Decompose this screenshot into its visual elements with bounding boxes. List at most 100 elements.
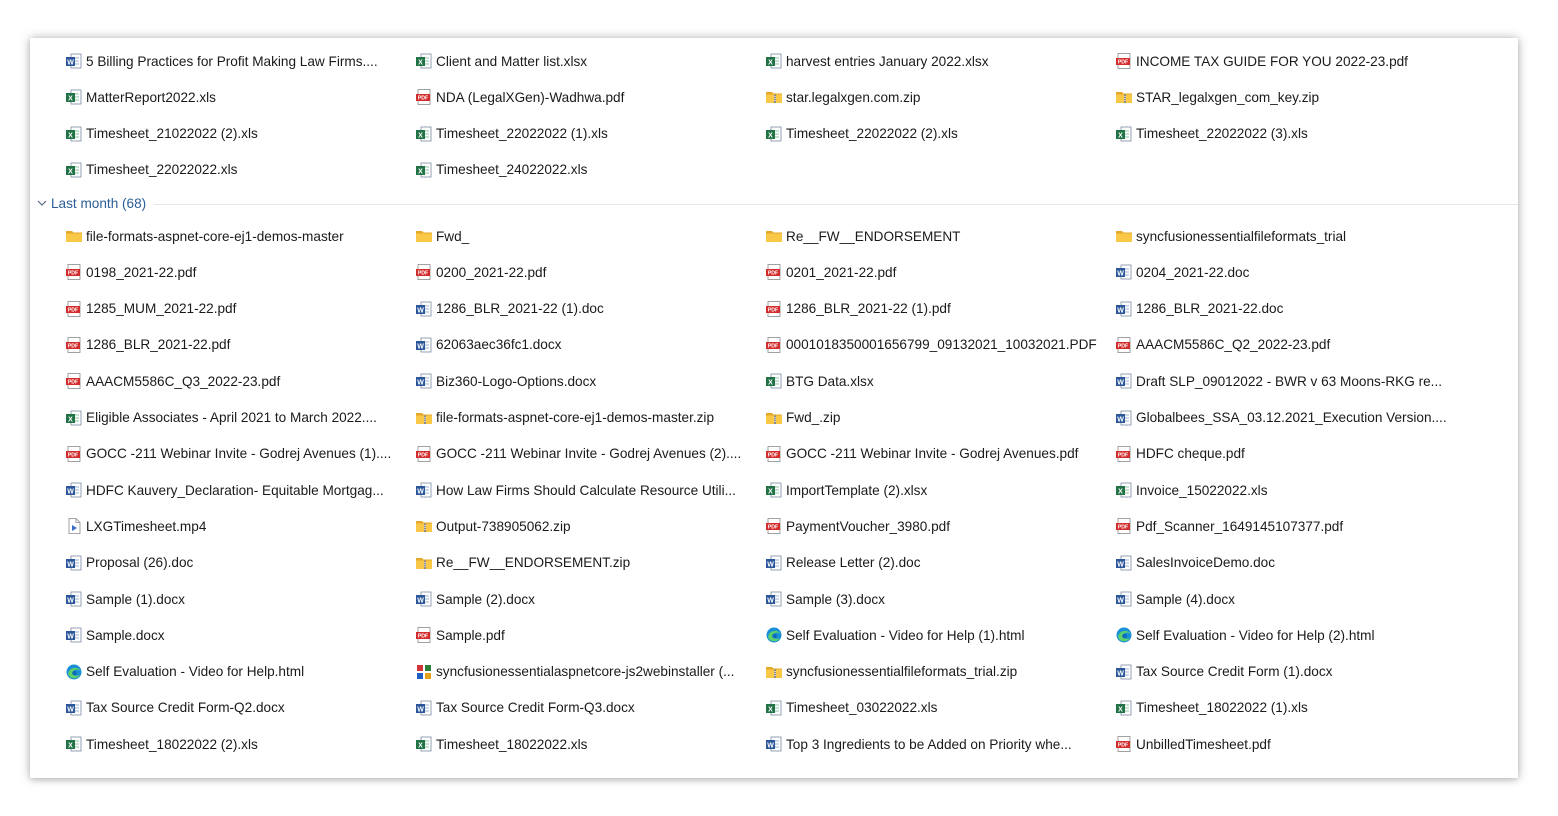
file-item[interactable]: W Tax Source Credit Form-Q3.docx bbox=[415, 694, 735, 722]
word-docx-icon: W bbox=[66, 591, 82, 607]
file-name-label: 1286_BLR_2021-22.pdf bbox=[86, 337, 231, 353]
file-item[interactable]: PDF 1286_BLR_2021-22.pdf bbox=[65, 331, 385, 359]
file-item[interactable]: STAR_legalxgen_com_key.zip bbox=[1115, 83, 1435, 111]
file-item[interactable]: X Timesheet_03022022.xls bbox=[765, 694, 1085, 722]
svg-text:X: X bbox=[68, 742, 73, 749]
file-item[interactable]: Re__FW__ENDORSEMENT bbox=[765, 222, 1085, 250]
file-item[interactable]: W 62063aec36fc1.docx bbox=[415, 331, 735, 359]
file-item[interactable]: X Client and Matter list.xlsx bbox=[415, 47, 735, 75]
file-item[interactable]: PDF 0201_2021-22.pdf bbox=[765, 258, 1085, 286]
file-item[interactable]: W Top 3 Ingredients to be Added on Priori… bbox=[765, 730, 1085, 758]
file-item[interactable]: PDF GOCC -211 Webinar Invite - Godrej Ave… bbox=[765, 440, 1085, 468]
excel-xls-icon: X bbox=[416, 162, 432, 178]
file-item[interactable]: PDF AAACM5586C_Q2_2022-23.pdf bbox=[1115, 331, 1435, 359]
file-name-label: 0200_2021-22.pdf bbox=[436, 264, 547, 280]
file-item[interactable]: Self Evaluation - Video for Help (2).htm… bbox=[1115, 621, 1435, 649]
file-item[interactable]: W How Law Firms Should Calculate Resource… bbox=[415, 476, 736, 504]
group-header-last-month[interactable]: Last month (68) bbox=[30, 192, 1518, 214]
file-item[interactable]: PDF 0200_2021-22.pdf bbox=[415, 258, 735, 286]
file-item[interactable]: Re__FW__ENDORSEMENT.zip bbox=[415, 549, 735, 577]
file-item[interactable]: file-formats-aspnet-core-ej1-demos-maste… bbox=[65, 222, 385, 250]
file-item[interactable]: PDF 0001018350001656799_09132021_10032021… bbox=[765, 331, 1097, 359]
file-item[interactable]: W Globalbees_SSA_03.12.2021_Execution Ver… bbox=[1115, 404, 1447, 432]
file-row: X Timesheet_21022022 (2).xls X Timesheet_22… bbox=[30, 116, 1518, 152]
file-item[interactable]: X Timesheet_22022022 (2).xls bbox=[765, 120, 1085, 148]
file-item[interactable]: W 5 Billing Practices for Profit Making L… bbox=[65, 47, 385, 75]
file-item[interactable]: X Timesheet_18022022 (1).xls bbox=[1115, 694, 1435, 722]
file-row: W Sample.docx PDF Sample.pdf Self Evaluation… bbox=[30, 617, 1518, 653]
file-name-label: PaymentVoucher_3980.pdf bbox=[786, 518, 951, 534]
file-name-label: NDA (LegalXGen)-Wadhwa.pdf bbox=[436, 89, 625, 105]
file-item[interactable]: PDF Pdf_Scanner_1649145107377.pdf bbox=[1115, 512, 1435, 540]
file-item[interactable]: W Release Letter (2).doc bbox=[765, 549, 1085, 577]
file-item[interactable]: W Proposal (26).doc bbox=[65, 549, 385, 577]
file-item[interactable]: W Sample (3).docx bbox=[765, 585, 1085, 613]
file-item[interactable]: W 1286_BLR_2021-22 (1).doc bbox=[415, 295, 735, 323]
file-item[interactable]: PDF Sample.pdf bbox=[415, 621, 735, 649]
file-item[interactable]: syncfusionessentialaspnetcore-js2webinst… bbox=[415, 658, 735, 686]
file-item[interactable]: W HDFC Kauvery_Declaration- Equitable Mor… bbox=[65, 476, 385, 504]
file-item[interactable]: X Timesheet_22022022 (3).xls bbox=[1115, 120, 1435, 148]
file-item[interactable]: X Timesheet_18022022 (2).xls bbox=[65, 730, 385, 758]
file-item[interactable]: W Draft SLP_09012022 - BWR v 63 Moons-RKG… bbox=[1115, 367, 1442, 395]
file-item[interactable]: PDF 1286_BLR_2021-22 (1).pdf bbox=[765, 295, 1085, 323]
file-item[interactable]: PDF PaymentVoucher_3980.pdf bbox=[765, 512, 1085, 540]
svg-text:X: X bbox=[768, 132, 773, 139]
file-item[interactable]: Fwd_.zip bbox=[765, 404, 1085, 432]
file-item[interactable]: syncfusionessentialfileformats_trial.zip bbox=[765, 658, 1085, 686]
file-item[interactable]: Self Evaluation - Video for Help (1).htm… bbox=[765, 621, 1085, 649]
file-item[interactable]: PDF AAACM5586C_Q3_2022-23.pdf bbox=[65, 367, 385, 395]
excel-xls-icon: X bbox=[66, 126, 82, 141]
file-item[interactable]: W Tax Source Credit Form-Q2.docx bbox=[65, 694, 385, 722]
svg-text:W: W bbox=[1117, 416, 1124, 423]
file-item[interactable]: PDF 0198_2021-22.pdf bbox=[65, 258, 385, 286]
file-item[interactable]: X BTG Data.xlsx bbox=[765, 367, 1085, 395]
file-item[interactable]: Fwd_ bbox=[415, 222, 735, 250]
file-item[interactable]: LXGTimesheet.mp4 bbox=[65, 512, 385, 540]
file-item[interactable]: syncfusionessentialfileformats_trial bbox=[1115, 222, 1435, 250]
file-item[interactable]: PDF HDFC cheque.pdf bbox=[1115, 440, 1435, 468]
file-item[interactable]: PDF UnbilledTimesheet.pdf bbox=[1115, 730, 1435, 758]
file-item[interactable]: X Timesheet_22022022 (1).xls bbox=[415, 120, 735, 148]
file-item[interactable]: file-formats-aspnet-core-ej1-demos-maste… bbox=[415, 404, 735, 432]
file-item[interactable]: W 1286_BLR_2021-22.doc bbox=[1115, 295, 1435, 323]
file-item[interactable]: X Invoice_15022022.xls bbox=[1115, 476, 1435, 504]
file-name-label: Sample.docx bbox=[86, 627, 165, 643]
word-docx-icon: W bbox=[1116, 591, 1132, 607]
file-item[interactable]: X Timesheet_22022022.xls bbox=[65, 156, 385, 184]
svg-text:W: W bbox=[767, 742, 774, 749]
file-item[interactable]: star.legalxgen.com.zip bbox=[765, 83, 1085, 111]
file-item[interactable]: PDF GOCC -211 Webinar Invite - Godrej Ave… bbox=[415, 440, 741, 468]
file-item[interactable]: X Timesheet_18022022.xls bbox=[415, 730, 735, 758]
file-item[interactable]: W SalesInvoiceDemo.doc bbox=[1115, 549, 1435, 577]
svg-text:W: W bbox=[1117, 379, 1124, 386]
file-name-label: HDFC Kauvery_Declaration- Equitable Mort… bbox=[86, 482, 384, 498]
svg-text:X: X bbox=[418, 168, 423, 175]
file-item[interactable]: PDF 1285_MUM_2021-22.pdf bbox=[65, 295, 385, 323]
file-name-label: 1286_BLR_2021-22 (1).doc bbox=[436, 301, 604, 317]
file-item[interactable]: W Biz360-Logo-Options.docx bbox=[415, 367, 735, 395]
file-item[interactable]: Output-738905062.zip bbox=[415, 512, 735, 540]
file-item[interactable]: W Tax Source Credit Form (1).docx bbox=[1115, 658, 1435, 686]
file-item[interactable]: X Eligible Associates - April 2021 to Mar… bbox=[65, 404, 385, 432]
file-item[interactable]: X MatterReport2022.xls bbox=[65, 83, 385, 111]
file-item[interactable]: W Sample.docx bbox=[65, 621, 385, 649]
svg-text:PDF: PDF bbox=[418, 96, 428, 102]
edge-browser-icon bbox=[766, 627, 782, 643]
file-item[interactable]: Xharvest entries January 2022.xlsx bbox=[765, 47, 1085, 75]
svg-text:W: W bbox=[67, 561, 74, 568]
file-item[interactable]: PDF NDA (LegalXGen)-Wadhwa.pdf bbox=[415, 83, 735, 111]
file-item[interactable]: X Timesheet_24022022.xls bbox=[415, 156, 735, 184]
pdf-icon: PDF bbox=[1116, 336, 1131, 353]
file-item[interactable]: PDF INCOME TAX GUIDE FOR YOU 2022-23.pdf bbox=[1115, 47, 1435, 75]
file-item[interactable]: X ImportTemplate (2).xlsx bbox=[765, 476, 1085, 504]
file-item[interactable]: PDF GOCC -211 Webinar Invite - Godrej Ave… bbox=[65, 440, 391, 468]
chevron-down-icon[interactable] bbox=[36, 197, 48, 209]
file-item[interactable]: W Sample (4).docx bbox=[1115, 585, 1435, 613]
file-item[interactable]: W Sample (1).docx bbox=[65, 585, 385, 613]
svg-text:X: X bbox=[768, 706, 773, 713]
file-item[interactable]: W 0204_2021-22.doc bbox=[1115, 258, 1435, 286]
file-item[interactable]: Self Evaluation - Video for Help.html bbox=[65, 658, 385, 686]
file-item[interactable]: X Timesheet_21022022 (2).xls bbox=[65, 120, 385, 148]
file-item[interactable]: W Sample (2).docx bbox=[415, 585, 735, 613]
